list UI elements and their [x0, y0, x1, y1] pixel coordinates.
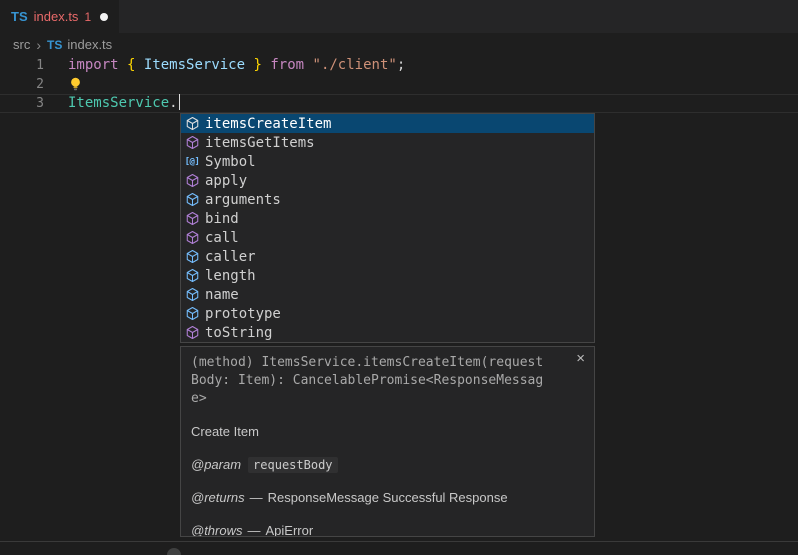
text-cursor	[179, 94, 181, 110]
code-token: ItemsService	[68, 95, 169, 111]
symbol-method-icon	[184, 325, 200, 341]
bottom-round-widget	[167, 548, 181, 555]
line-number: 2	[0, 75, 44, 94]
doc-summary: Create Item	[191, 424, 584, 439]
code-token	[304, 57, 312, 73]
dash-separator: —	[248, 523, 261, 537]
suggest-widget: itemsCreateItem itemsGetItems [@] Symbol app…	[180, 113, 595, 343]
suggest-item-label: bind	[205, 211, 239, 227]
doc-tag-name: @throws	[191, 523, 243, 537]
suggest-item-caller[interactable]: caller	[181, 247, 594, 266]
close-icon[interactable]: ×	[576, 351, 585, 366]
doc-tag: @param requestBody	[191, 457, 584, 472]
chevron-right-icon: ›	[36, 37, 41, 53]
code-area[interactable]: import { ItemsService } from "./client";…	[68, 56, 405, 113]
vscode-editor-window: TS index.ts 1 src › TS index.ts 123 impo…	[0, 0, 798, 555]
symbol-field-icon	[184, 192, 200, 208]
suggest-item-itemsGetItems[interactable]: itemsGetItems	[181, 133, 594, 152]
code-line[interactable]: ItemsService.	[68, 94, 405, 113]
suggest-item-call[interactable]: call	[181, 228, 594, 247]
typescript-file-icon: TS	[47, 38, 62, 52]
symbol-method-icon	[184, 173, 200, 189]
breadcrumb-file-index-ts[interactable]: index.ts	[67, 37, 112, 52]
suggest-item-label: name	[205, 287, 239, 303]
code-token: import	[68, 57, 119, 73]
code-line[interactable]	[68, 75, 405, 94]
suggest-item-label: itemsGetItems	[205, 135, 315, 151]
code-token: }	[253, 57, 261, 73]
symbol-field-icon	[184, 249, 200, 265]
tab-file-name: index.ts	[34, 9, 79, 24]
suggest-item-toString[interactable]: toString	[181, 323, 594, 342]
suggest-item-itemsCreateItem[interactable]: itemsCreateItem	[181, 114, 594, 133]
suggest-item-bind[interactable]: bind	[181, 209, 594, 228]
code-token: .	[169, 95, 177, 111]
tab-index-ts[interactable]: TS index.ts 1	[0, 0, 119, 33]
doc-tag-name: @returns	[191, 490, 245, 505]
line-number: 3	[0, 94, 44, 113]
suggest-item-label: call	[205, 230, 239, 246]
symbol-field-icon	[184, 306, 200, 322]
code-token: ItemsService	[144, 57, 245, 73]
suggest-item-label: apply	[205, 173, 247, 189]
doc-tag-name: @param	[191, 457, 241, 472]
method-signature: (method) ItemsService.itemsCreateItem(re…	[191, 354, 543, 408]
suggest-item-length[interactable]: length	[181, 266, 594, 285]
symbol-field-icon	[184, 287, 200, 303]
line-number: 1	[0, 56, 44, 75]
symbol-property-icon: [@]	[184, 154, 200, 170]
suggest-item-arguments[interactable]: arguments	[181, 190, 594, 209]
suggest-item-apply[interactable]: apply	[181, 171, 594, 190]
code-line[interactable]: import { ItemsService } from "./client";	[68, 56, 405, 75]
suggest-item-prototype[interactable]: prototype	[181, 304, 594, 323]
suggest-item-label: prototype	[205, 306, 281, 322]
doc-tag-text: ResponseMessage Successful Response	[268, 490, 508, 505]
code-token	[135, 57, 143, 73]
suggest-item-label: arguments	[205, 192, 281, 208]
tab-bar: TS index.ts 1	[0, 0, 798, 33]
doc-tag-text: ApiError	[266, 523, 314, 537]
symbol-method-icon	[184, 135, 200, 151]
modified-dot-icon[interactable]	[100, 13, 108, 21]
code-token: from	[270, 57, 304, 73]
suggest-docs-panel: × (method) ItemsService.itemsCreateItem(…	[180, 346, 595, 537]
symbol-field-icon	[184, 268, 200, 284]
suggest-item-label: caller	[205, 249, 256, 265]
suggest-list: itemsCreateItem itemsGetItems [@] Symbol app…	[181, 114, 594, 342]
doc-tags: @param requestBody @returns — ResponseMessag…	[191, 457, 584, 537]
suggest-item-label: length	[205, 268, 256, 284]
tab-error-count-badge: 1	[84, 10, 91, 24]
suggest-item-label: toString	[205, 325, 272, 341]
symbol-method-icon	[184, 230, 200, 246]
symbol-method-icon	[184, 116, 200, 132]
code-token	[119, 57, 127, 73]
breadcrumb-folder-src[interactable]: src	[13, 37, 30, 52]
suggest-item-label: Symbol	[205, 154, 256, 170]
code-token: "./client"	[313, 57, 397, 73]
suggest-item-name[interactable]: name	[181, 285, 594, 304]
lightbulb-icon[interactable]	[69, 77, 82, 92]
doc-tag: @throws — ApiError	[191, 523, 584, 537]
line-number-gutter: 123	[0, 56, 44, 113]
typescript-file-icon: TS	[11, 9, 28, 24]
doc-tag: @returns — ResponseMessage Successful Resp…	[191, 490, 584, 505]
breadcrumb: src › TS index.ts	[0, 33, 798, 56]
code-token: ;	[397, 57, 405, 73]
dash-separator: —	[250, 490, 263, 505]
inline-code-chip: requestBody	[248, 457, 337, 473]
symbol-method-icon	[184, 211, 200, 227]
suggest-item-Symbol[interactable]: [@] Symbol	[181, 152, 594, 171]
panel-divider	[0, 541, 798, 542]
suggest-item-label: itemsCreateItem	[205, 116, 331, 132]
